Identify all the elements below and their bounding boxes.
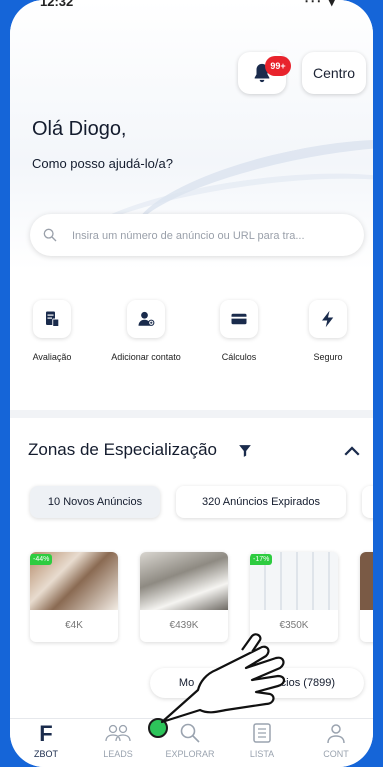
action-avaliacao-tile	[33, 300, 71, 338]
listing-card-partial[interactable]	[360, 552, 373, 642]
action-label: Cálculos	[221, 352, 257, 362]
action-avaliacao[interactable]: Avaliação	[12, 300, 92, 362]
device-frame: 12:32 ⋅⋅⋅ ▾ 99+ Centro Olá Diogo, Como p…	[0, 0, 383, 767]
tab-label: LISTA	[249, 749, 275, 759]
card-icon	[231, 313, 247, 325]
status-bar: 12:32 ⋅⋅⋅ ▾	[10, 0, 373, 14]
action-adicionar-contato[interactable]: Adicionar contato	[106, 300, 186, 362]
search-input[interactable]	[70, 224, 359, 248]
search-icon	[43, 228, 57, 242]
greeting-title: Olá Diogo,	[32, 118, 127, 140]
action-calculos-tile	[220, 300, 258, 338]
listing-price: €4K	[65, 620, 83, 631]
discount-badge: -17%	[250, 554, 273, 565]
chip-new-listings[interactable]: 10 Novos Anúncios	[30, 486, 160, 518]
listing-photo	[360, 552, 373, 610]
status-icons: ⋅⋅⋅ ▾	[304, 0, 337, 9]
zbot-logo-icon: F	[39, 721, 53, 746]
section-divider	[10, 410, 373, 418]
discount-badge: -44%	[30, 554, 53, 565]
tab-label: EXPLORAR	[165, 749, 215, 759]
status-time: 12:32	[40, 0, 74, 9]
tab-label: LEADS	[103, 749, 133, 759]
greeting-subtitle: Como posso ajudá-lo/a?	[32, 156, 173, 171]
tab-conta[interactable]: CONT	[300, 721, 372, 759]
app-screen: 12:32 ⋅⋅⋅ ▾ 99+ Centro Olá Diogo, Como p…	[10, 0, 373, 767]
zones-title: Zonas de Especialização	[28, 440, 218, 459]
tab-label: CONT	[323, 749, 349, 759]
filter-icon[interactable]	[238, 443, 252, 459]
action-adicionar-contato-tile	[127, 300, 165, 338]
centro-button[interactable]: Centro	[302, 52, 366, 94]
listing-card[interactable]: -17% €350K	[250, 552, 338, 642]
user-icon	[327, 724, 345, 744]
action-label: Seguro	[313, 352, 343, 362]
tab-zbot[interactable]: F ZBOT	[10, 721, 82, 759]
pointer-hand-icon	[160, 633, 286, 724]
action-calculos[interactable]: Cálculos	[199, 300, 279, 362]
add-contact-icon	[138, 311, 155, 326]
listing-photo	[140, 552, 228, 610]
chip-overflow[interactable]	[362, 486, 373, 518]
bottom-tab-bar: F ZBOT LEADS EXPLORAR LISTA CONT	[10, 718, 373, 767]
search-bar[interactable]	[30, 214, 364, 256]
tab-leads[interactable]: LEADS	[82, 721, 154, 759]
document-icon	[46, 311, 60, 327]
tab-label: ZBOT	[34, 749, 58, 759]
action-seguro-tile	[309, 300, 347, 338]
chip-expired-listings[interactable]: 320 Anúncios Expirados	[176, 486, 346, 518]
action-label: Avaliação	[32, 352, 72, 362]
listing-card[interactable]: €439K	[140, 552, 228, 642]
lightning-icon	[322, 310, 334, 328]
chevron-up-icon[interactable]	[343, 444, 361, 458]
notification-badge: 99+	[265, 56, 291, 76]
action-seguro[interactable]: Seguro	[288, 300, 368, 362]
tab-lista[interactable]: LISTA	[226, 721, 298, 759]
people-icon	[105, 724, 131, 742]
listing-card[interactable]: -44% €4K	[30, 552, 118, 642]
quick-actions: Avaliação Adicionar contato Cálculos Seg…	[10, 300, 373, 380]
action-label: Adicionar contato	[111, 352, 181, 362]
